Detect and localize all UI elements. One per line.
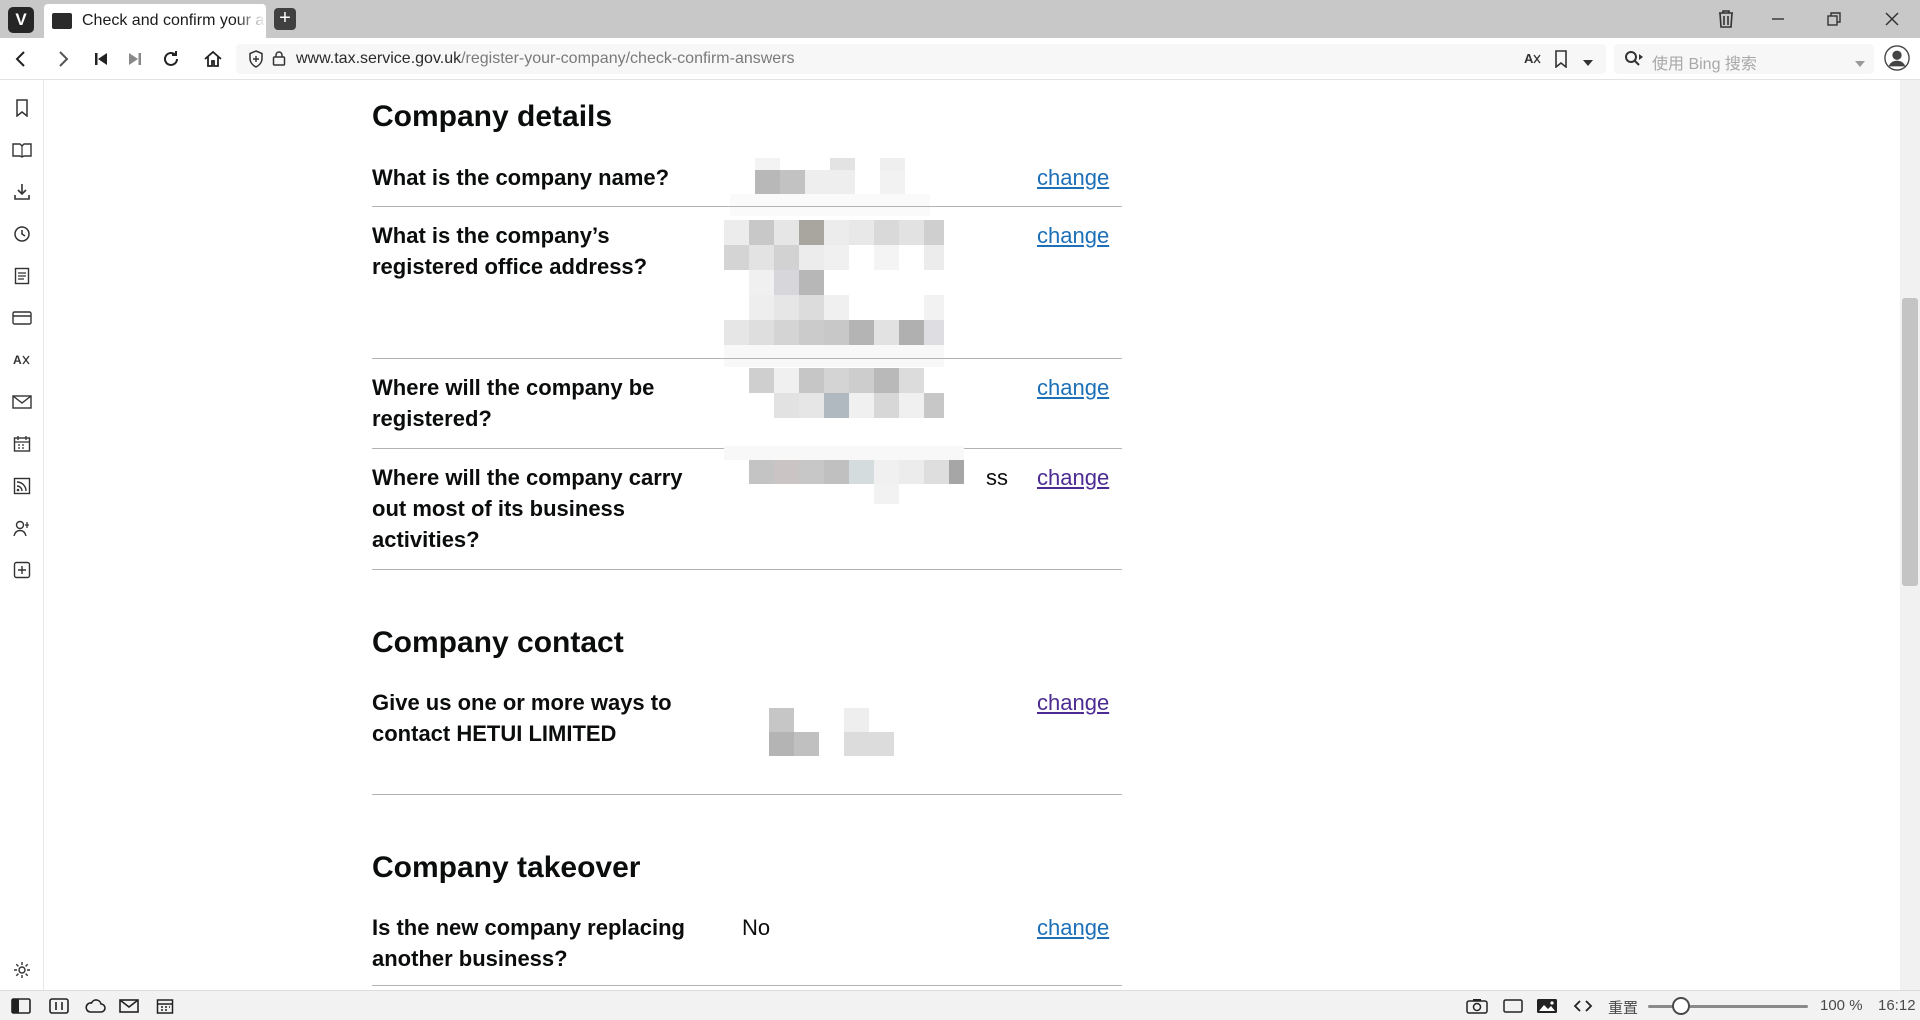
profile-icon[interactable] — [1884, 45, 1910, 71]
notes-icon[interactable] — [10, 264, 34, 288]
section-title-company-takeover: Company takeover — [372, 851, 641, 884]
calendar-icon[interactable] — [10, 432, 34, 456]
reading-list-icon[interactable] — [10, 138, 34, 162]
search-icon[interactable] — [1624, 50, 1644, 73]
question-registered-office-address: What is the company’s registered office … — [372, 223, 648, 279]
change-link-contact-methods[interactable]: change — [1037, 687, 1109, 718]
redacted-answer — [724, 446, 964, 518]
url-text[interactable]: www.tax.service.gov.uk/register-your-com… — [296, 50, 795, 68]
downloads-icon[interactable] — [10, 180, 34, 204]
change-link-company-name[interactable]: change — [1037, 162, 1109, 193]
answer-replacing-business: No — [742, 915, 771, 940]
feeds-icon[interactable] — [10, 474, 34, 498]
change-link-business-activities[interactable]: change — [1037, 462, 1109, 493]
calendar-status-icon[interactable] — [154, 996, 176, 1016]
zoom-reset-label[interactable]: 重置 — [1608, 997, 1638, 1018]
mail-status-icon[interactable] — [118, 996, 140, 1016]
chevron-down-icon[interactable] — [1582, 54, 1594, 72]
settings-icon[interactable] — [10, 958, 34, 982]
window-size-icon[interactable] — [1502, 996, 1524, 1016]
clock: 16:12 — [1878, 997, 1916, 1014]
tab-active[interactable]: Check and confirm your answers — [44, 4, 266, 38]
page-content: Company details What is the company name… — [45, 80, 1900, 990]
row-divider — [372, 206, 1122, 207]
url-host: www.tax.service.gov.uk — [296, 50, 462, 67]
rewind-icon[interactable] — [88, 46, 114, 72]
change-link-where-registered[interactable]: change — [1037, 372, 1109, 403]
svg-text:A: A — [1524, 51, 1534, 66]
row-divider — [372, 358, 1122, 359]
new-tab-button[interactable]: + — [274, 8, 296, 30]
panel-toggle-icon[interactable] — [10, 996, 32, 1016]
vivaldi-logo-icon[interactable]: V — [8, 7, 34, 33]
add-panel-icon[interactable] — [10, 558, 34, 582]
search-engine-dropdown-icon[interactable] — [1854, 55, 1866, 73]
redacted-answer — [744, 708, 944, 760]
bookmark-icon[interactable] — [1554, 50, 1568, 73]
crown-favicon-icon — [52, 13, 72, 29]
row-divider — [372, 794, 1122, 795]
search-field[interactable]: 使用 Bing 搜索 — [1614, 44, 1874, 74]
tab-tiling-icon[interactable] — [48, 996, 70, 1016]
tab-bar: V Check and confirm your answers + — [0, 0, 1920, 38]
question-replacing-business: Is the new company replacing another bus… — [372, 915, 685, 971]
trash-icon[interactable] — [1712, 6, 1740, 32]
question-business-activities: Where will the company carry out most of… — [372, 465, 683, 552]
status-bar: 重置 100 % 16:12 — [0, 990, 1920, 1020]
minimize-icon[interactable] — [1764, 6, 1792, 32]
search-placeholder: 使用 Bing 搜索 — [1652, 56, 1757, 73]
shield-icon[interactable] — [248, 50, 264, 73]
fast-forward-icon[interactable] — [122, 46, 148, 72]
contacts-icon[interactable] — [10, 516, 34, 540]
close-icon[interactable] — [1878, 6, 1906, 32]
change-link-replacing-business[interactable]: change — [1037, 912, 1109, 943]
url-field[interactable]: www.tax.service.gov.uk/register-your-com… — [236, 44, 1606, 74]
zoom-slider-handle[interactable] — [1672, 997, 1690, 1015]
page-actions-icon[interactable] — [1572, 996, 1594, 1016]
sync-cloud-icon[interactable] — [84, 996, 106, 1016]
lock-icon[interactable] — [272, 50, 286, 71]
section-title-company-details: Company details — [372, 100, 613, 133]
translate-panel-icon[interactable]: A — [10, 348, 34, 372]
scrollbar-thumb[interactable] — [1902, 298, 1918, 586]
images-toggle-icon[interactable] — [1536, 996, 1558, 1016]
question-where-registered: Where will the company be registered? — [372, 375, 655, 431]
bookmarks-icon[interactable] — [10, 96, 34, 120]
row-divider — [372, 569, 1122, 570]
redacted-answer — [730, 158, 930, 216]
redacted-answer — [724, 368, 944, 430]
svg-text:A: A — [13, 353, 22, 367]
answer-business-activities-suffix: ss — [986, 465, 1008, 490]
url-path: /register-your-company/check-confirm-ans… — [461, 50, 795, 67]
address-toolbar: www.tax.service.gov.uk/register-your-com… — [0, 38, 1920, 80]
window-panel-icon[interactable] — [10, 306, 34, 330]
reload-icon[interactable] — [158, 46, 184, 72]
zoom-level: 100 % — [1820, 997, 1863, 1014]
mail-icon[interactable] — [10, 390, 34, 414]
back-icon[interactable] — [8, 46, 34, 72]
section-title-company-contact: Company contact — [372, 626, 624, 659]
question-contact-methods: Give us one or more ways to contact HETU… — [372, 690, 672, 746]
capture-camera-icon[interactable] — [1466, 996, 1488, 1016]
question-company-name: What is the company name? — [372, 165, 670, 190]
row-divider — [372, 985, 1122, 986]
panel-sidebar: A — [0, 80, 44, 990]
restore-icon[interactable] — [1820, 6, 1848, 32]
redacted-answer — [724, 220, 944, 370]
home-icon[interactable] — [200, 46, 226, 72]
change-link-registered-office-address[interactable]: change — [1037, 220, 1109, 251]
history-icon[interactable] — [10, 222, 34, 246]
forward-icon[interactable] — [50, 46, 76, 72]
page-scrollbar[interactable] — [1900, 80, 1920, 990]
translate-icon[interactable]: A — [1524, 50, 1542, 73]
